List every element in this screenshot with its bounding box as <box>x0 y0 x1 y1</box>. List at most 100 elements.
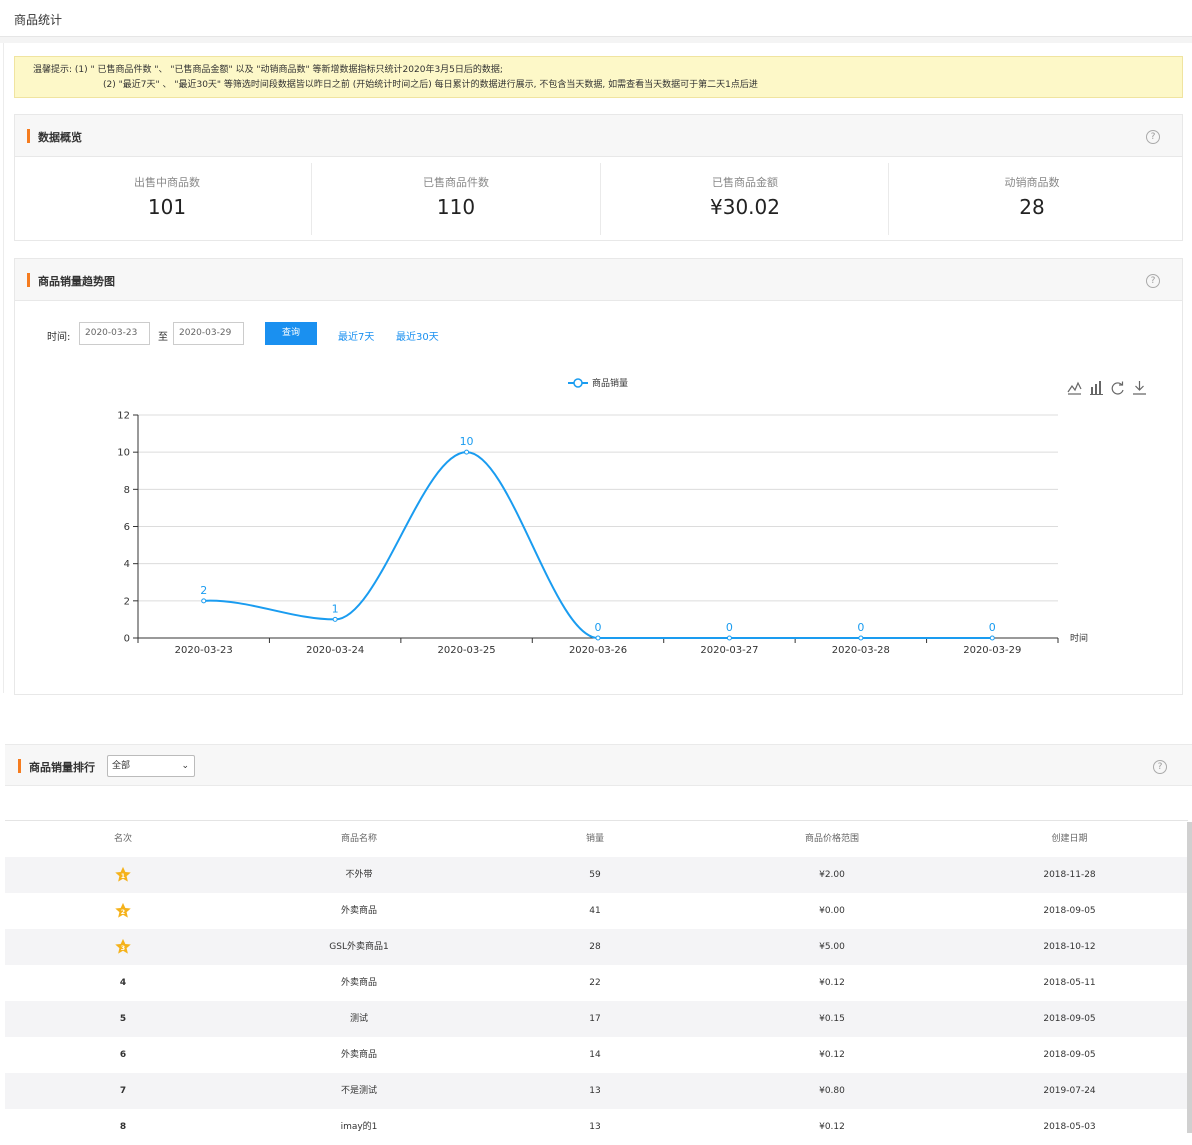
table-row: 8 imay的1 13 ¥0.12 2018-05-03 <box>5 1109 1188 1145</box>
price-cell: ¥0.12 <box>819 1050 845 1060</box>
to-label: 至 <box>158 332 168 343</box>
stat-sold-count: 已售商品件数 110 <box>312 157 600 241</box>
tips-text-1: (1) " 已售商品件数 "、 "已售商品金额" 以及 "动销商品数" 等新增数… <box>74 65 503 75</box>
chevron-down-icon: ⌄ <box>181 761 189 771</box>
stat-sold-amount: 已售商品金额 ¥30.02 <box>601 157 889 241</box>
sales-cell: 14 <box>589 1050 601 1060</box>
overview-panel: 数据概览 ? 出售中商品数 101 已售商品件数 110 已售商品金额 ¥30.… <box>14 114 1183 241</box>
col-price: 商品价格范围 <box>804 834 859 844</box>
trend-header: 商品销量趋势图 ? <box>15 259 1182 301</box>
sales-cell: 13 <box>589 1086 601 1096</box>
price-cell: ¥0.00 <box>819 906 845 916</box>
name-cell: 不外带 <box>345 870 373 880</box>
sales-cell: 13 <box>589 1122 601 1132</box>
name-cell: 不是测试 <box>340 1086 377 1096</box>
date-cell: 2018-11-28 <box>1043 870 1096 880</box>
stat-active-goods: 动销商品数 28 <box>888 157 1176 241</box>
table-row: 6 外卖商品 14 ¥0.12 2018-09-05 <box>5 1037 1188 1073</box>
accent-bar <box>18 759 21 773</box>
name-cell: 外卖商品 <box>340 978 377 988</box>
date-cell: 2018-09-05 <box>1043 1050 1096 1060</box>
rank-cell: 4 <box>119 978 127 988</box>
col-rank: 名次 <box>113 834 132 844</box>
page-title: 商品统计 <box>14 13 63 27</box>
stat-on-sale: 出售中商品数 101 <box>23 157 311 241</box>
tips-text-2: (2) "最近7天" 、 "最近30天" 等筛选时间段数据皆以昨日之前 (开始统… <box>103 80 758 90</box>
tips-line-1: 温馨提示: (1) " 已售商品件数 "、 "已售商品金额" 以及 "动销商品数… <box>33 64 503 77</box>
rank-cell: 3 <box>5 929 241 965</box>
name-cell: GSL外卖商品1 <box>329 942 389 952</box>
accent-bar <box>27 273 30 287</box>
stat-label: 出售中商品数 <box>134 176 200 189</box>
ranking-filter-value: 全部 <box>112 761 131 771</box>
left-border <box>3 43 4 693</box>
sales-cell: 41 <box>589 906 601 916</box>
price-cell: ¥5.00 <box>819 942 845 952</box>
stat-value: 28 <box>1019 195 1045 219</box>
rank-cell: 8 <box>119 1122 127 1132</box>
ranking-filter-select[interactable]: 全部 ⌄ <box>107 755 195 777</box>
top-bar: 商品统计 <box>0 0 1192 37</box>
rank-cell: 7 <box>119 1086 127 1096</box>
table-row: 7 不是测试 13 ¥0.80 2019-07-24 <box>5 1073 1188 1109</box>
medal-rank: 3 <box>121 945 125 952</box>
tips-prefix: 温馨提示: <box>33 65 73 75</box>
medal-icon: 3 <box>115 938 131 954</box>
query-button[interactable]: 查询 <box>265 322 317 345</box>
help-icon[interactable]: ? <box>1146 130 1160 144</box>
price-cell: ¥0.12 <box>819 978 845 988</box>
header-divider <box>0 37 1192 43</box>
trend-panel: 商品销量趋势图 ? 时间: 2020-03-23 至 2020-03-29 查询… <box>14 258 1183 695</box>
stat-value: ¥30.02 <box>710 195 780 219</box>
tips-banner: 温馨提示: (1) " 已售商品件数 "、 "已售商品金额" 以及 "动销商品数… <box>14 56 1183 98</box>
price-cell: ¥0.12 <box>819 1122 845 1132</box>
date-cell: 2018-10-12 <box>1043 942 1096 952</box>
sales-cell: 22 <box>589 978 601 988</box>
table-row: 3 GSL外卖商品1 28 ¥5.00 2018-10-12 <box>5 929 1188 965</box>
stat-label: 动销商品数 <box>1004 176 1060 189</box>
table-row: 4 外卖商品 22 ¥0.12 2018-05-11 <box>5 965 1188 1001</box>
medal-icon: 2 <box>115 902 131 918</box>
scrollbar[interactable] <box>1187 822 1192 1133</box>
price-cell: ¥0.80 <box>819 1086 845 1096</box>
last-30-days-link[interactable]: 最近30天 <box>396 328 439 343</box>
sales-cell: 17 <box>589 1014 601 1024</box>
date-cell: 2019-07-24 <box>1043 1086 1096 1096</box>
name-cell: 外卖商品 <box>340 906 377 916</box>
col-name: 商品名称 <box>340 834 377 844</box>
table-header-row: 名次 商品名称 销量 商品价格范围 创建日期 <box>5 820 1188 857</box>
date-cell: 2018-05-03 <box>1043 1122 1096 1132</box>
col-sales: 销量 <box>585 834 604 844</box>
table-row: 5 测试 17 ¥0.15 2018-09-05 <box>5 1001 1188 1037</box>
date-cell: 2018-09-05 <box>1043 906 1096 916</box>
stat-value: 101 <box>147 195 187 219</box>
date-cell: 2018-05-11 <box>1043 978 1096 988</box>
time-label: 时间: <box>47 332 71 343</box>
last-7-days-link[interactable]: 最近7天 <box>338 328 374 343</box>
rank-cell: 1 <box>5 857 241 893</box>
price-cell: ¥0.15 <box>819 1014 845 1024</box>
help-icon[interactable]: ? <box>1146 274 1160 288</box>
end-date-input[interactable]: 2020-03-29 <box>173 322 244 345</box>
medal-rank: 1 <box>121 873 125 880</box>
overview-header: 数据概览 ? <box>15 115 1182 157</box>
ranking-title: 商品销量排行 <box>29 761 95 774</box>
name-cell: 外卖商品 <box>340 1050 377 1060</box>
table-row: 2 外卖商品 41 ¥0.00 2018-09-05 <box>5 893 1188 929</box>
accent-bar <box>27 129 30 143</box>
stat-label: 已售商品件数 <box>423 176 489 189</box>
rank-cell: 2 <box>5 893 241 929</box>
stat-label: 已售商品金额 <box>712 176 778 189</box>
name-cell: imay的1 <box>340 1122 378 1132</box>
ranking-table: 名次 商品名称 销量 商品价格范围 创建日期 1 不外带 59 ¥2.00 2018-1… <box>5 820 1188 1145</box>
name-cell: 测试 <box>349 1014 368 1024</box>
rank-cell: 6 <box>119 1050 127 1060</box>
start-date-input[interactable]: 2020-03-23 <box>79 322 150 345</box>
help-icon[interactable]: ? <box>1153 760 1167 774</box>
medal-rank: 2 <box>121 909 125 916</box>
price-cell: ¥2.00 <box>819 870 845 880</box>
sales-cell: 28 <box>589 942 601 952</box>
table-row: 1 不外带 59 ¥2.00 2018-11-28 <box>5 857 1188 893</box>
rank-cell: 5 <box>119 1014 127 1024</box>
ranking-header: 商品销量排行 全部 ⌄ ? <box>5 744 1192 786</box>
